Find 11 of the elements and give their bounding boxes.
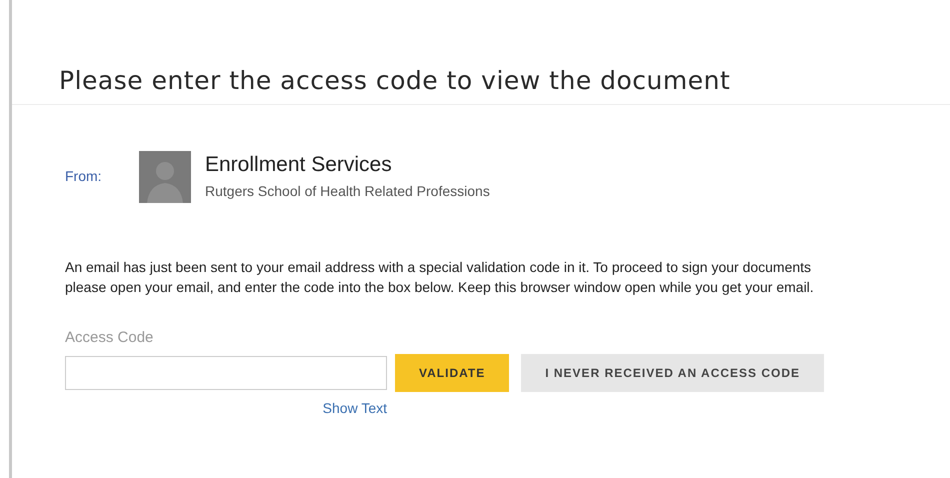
validate-button[interactable]: VALIDATE <box>395 354 510 392</box>
from-label: From: <box>65 167 103 186</box>
access-code-field[interactable] <box>65 356 387 390</box>
avatar-icon <box>139 150 191 202</box>
access-code-label: Access Code <box>65 328 154 348</box>
instruction-text: An email has just been sent to your email address with a special validation code in it. To proceed to sign your documents please open your email, and enter the code into the box below. Keep this browser window open while you get your email. <box>65 258 815 296</box>
show-text-link[interactable]: Show Text <box>322 398 387 418</box>
sender-organization: Rutgers School of Health Related Professions <box>205 182 490 201</box>
no-access-code-button[interactable]: I NEVER RECEIVED AN ACCESS CODE <box>521 354 824 392</box>
page-heading: Please enter the access code to view the document <box>59 65 730 97</box>
sender-name: Enrollment Services <box>205 152 393 178</box>
